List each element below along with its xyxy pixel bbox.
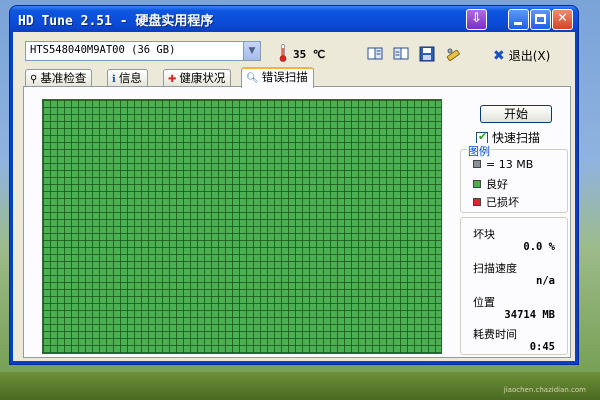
legend-label: = 13 MB [486,158,534,171]
magnifier-icon: 🔍︎ [246,73,259,84]
title-bar[interactable]: HD Tune 2.51 - 硬盘实用程序 ⇩ ✕ [10,6,578,32]
tab-info[interactable]: ℹ 信息 [107,69,148,87]
position-label: 位置 [473,296,495,309]
chevron-down-icon[interactable]: ▼ [243,42,260,60]
legend-group: 图例 = 13 MB 良好 已损坏 [460,143,568,213]
quick-scan-label: 快速扫描 [492,131,541,145]
legend-label: 良好 [486,178,508,191]
minimize-icon [514,22,522,25]
minimize-button[interactable] [508,9,529,30]
options-tools-icon[interactable] [445,46,461,62]
checkmark-icon: ✔ [478,130,488,143]
close-icon: ✕ [557,11,568,26]
legend-swatch [473,160,481,168]
exit-x-icon: ✖ [493,48,505,64]
tab-label: 健康状况 [179,71,226,85]
legend-label: 已损坏 [486,196,519,209]
bad-blocks-value: 0.0 % [523,241,555,253]
exit-button[interactable]: ✖ 退出(X) [493,47,550,64]
drive-select-value: HTS548040M9AT00 (36 GB) [30,44,176,56]
exit-label: 退出(X) [508,49,551,63]
scan-block-map [42,99,442,354]
download-button[interactable]: ⇩ [466,9,487,30]
window-title: HD Tune 2.51 - 硬盘实用程序 [18,14,214,29]
position-value: 34714 MB [504,309,555,321]
elapsed-time-value: 0:45 [529,341,555,353]
scan-stats-group: 坏块 0.0 % 扫描速度 n/a 位置 34714 MB 耗费时间 0:45 [460,217,568,355]
maximize-icon [535,14,546,24]
tab-label: 信息 [118,71,142,85]
error-scan-panel: 开始 ✔ 快速扫描 图例 = 13 MB 良好 已损坏 坏块 0.0 % 扫描速度… [23,86,571,358]
hdtune-window: HD Tune 2.51 - 硬盘实用程序 ⇩ ✕ HTS548040M9AT0… [10,6,578,364]
tab-label: 基准检查 [40,71,87,85]
legend-title: 图例 [467,143,491,159]
legend-item-block-size: = 13 MB [473,158,533,171]
scan-speed-value: n/a [536,275,555,287]
copy-text-icon[interactable] [367,46,383,62]
drive-select[interactable]: HTS548040M9AT00 (36 GB) ▼ [25,41,261,61]
legend-item-damaged: 已损坏 [473,194,519,210]
legend-swatch [473,180,481,188]
download-arrow-icon: ⇩ [471,11,482,26]
tab-label: 错误扫描 [261,70,308,84]
scan-speed-label: 扫描速度 [473,262,517,275]
elapsed-time-label: 耗费时间 [473,328,517,341]
tab-benchmark[interactable]: ⚲ 基准检查 [25,69,93,87]
start-button[interactable]: 开始 [480,105,552,123]
legend-swatch [473,198,481,206]
temperature-readout: 35 ℃ [293,48,326,61]
legend-item-good: 良好 [473,176,508,192]
watermark-text: jiaochen.chazidian.com [503,386,586,394]
thermometer-icon [279,44,287,62]
tab-error-scan[interactable]: 🔍︎ 错误扫描 [241,67,314,88]
copy-screenshot-icon[interactable] [393,46,409,62]
bad-blocks-label: 坏块 [473,228,495,241]
close-button[interactable]: ✕ [552,9,573,30]
save-disk-icon[interactable] [419,46,435,62]
tab-health[interactable]: ✚ 健康状况 [163,69,232,87]
maximize-button[interactable] [530,9,551,30]
